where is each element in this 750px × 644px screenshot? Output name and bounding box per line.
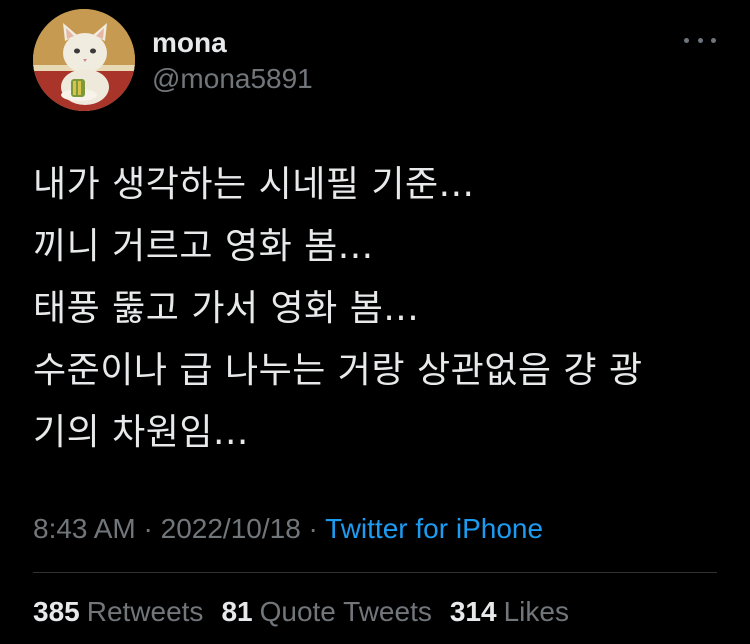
- tweet-text-line: 끼니 거르고 영화 봄...: [33, 226, 374, 267]
- meta-separator: ·: [300, 513, 326, 544]
- tweet-text-line: 내가 생각하는 시네필 기준...: [33, 164, 475, 205]
- tweet-time[interactable]: 8:43 AM: [33, 513, 136, 544]
- author-display-name[interactable]: mona: [152, 26, 227, 60]
- quote-tweets-stat[interactable]: 81 Quote Tweets: [221, 594, 431, 630]
- meta-separator: ·: [135, 513, 161, 544]
- retweets-stat[interactable]: 385 Retweets: [33, 594, 203, 630]
- tweet-stats: 385 Retweets 81 Quote Tweets 314 Likes: [33, 594, 569, 630]
- tweet-text: 내가 생각하는 시네필 기준... 끼니 거르고 영화 봄... 태풍 뚫고 가…: [33, 154, 723, 464]
- likes-stat[interactable]: 314 Likes: [450, 594, 569, 630]
- cat-avatar-image: [33, 9, 135, 111]
- quote-tweets-label: Quote Tweets: [259, 596, 432, 627]
- more-dot: [684, 37, 689, 43]
- tweet-text-line: 기의 차원임...: [33, 412, 249, 453]
- tweet-source-link[interactable]: Twitter for iPhone: [325, 513, 543, 544]
- tweet-text-line: 수준이나 급 나누는 거랑 상관없음 걍 광: [33, 350, 643, 391]
- more-dot: [711, 37, 716, 43]
- retweets-label: Retweets: [86, 596, 204, 627]
- likes-count: 314: [449, 596, 497, 627]
- author-handle[interactable]: @mona5891: [152, 62, 313, 96]
- retweets-count: 385: [33, 596, 80, 627]
- tweet-meta: 8:43 AM · 2022/10/18 · Twitter for iPhon…: [33, 511, 543, 547]
- avatar[interactable]: [33, 9, 135, 111]
- likes-label: Likes: [503, 596, 569, 627]
- tweet-date[interactable]: 2022/10/18: [161, 513, 301, 544]
- divider: [33, 572, 717, 573]
- tweet-text-line: 태풍 뚫고 가서 영화 봄...: [33, 288, 420, 329]
- more-options-icon[interactable]: [684, 30, 716, 50]
- quote-tweets-count: 81: [221, 596, 253, 627]
- more-dot: [697, 37, 703, 43]
